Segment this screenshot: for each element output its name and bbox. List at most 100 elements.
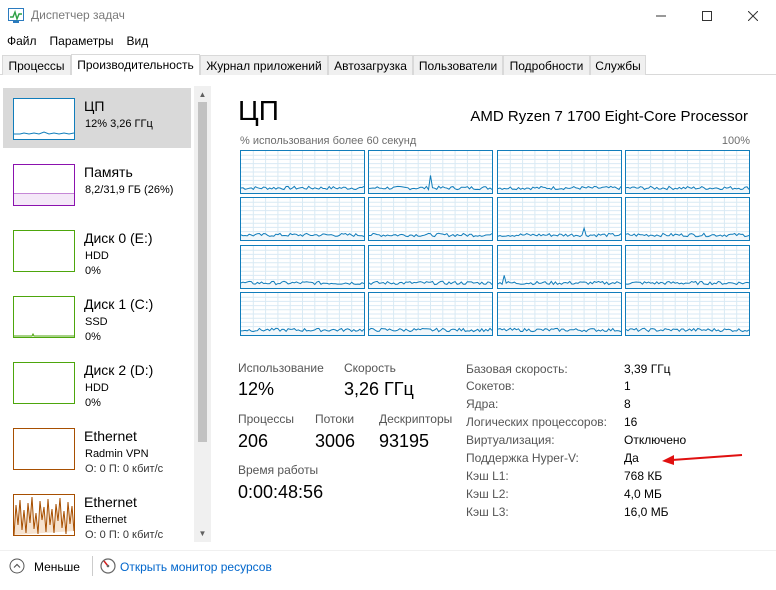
menu-view[interactable]: Вид	[119, 31, 154, 51]
processes-label: Процессы	[238, 412, 295, 426]
collapse-chevron-icon[interactable]	[9, 558, 25, 574]
cpu-core-graph	[240, 150, 365, 194]
tab-app-history[interactable]: Журнал приложений	[200, 55, 328, 75]
resource-detail: SSD	[85, 316, 108, 328]
cpu-core-graph	[368, 197, 494, 242]
cpu-heading: ЦП	[238, 95, 279, 126]
task-manager-icon	[8, 8, 24, 23]
l3-cache-label: Кэш L3:	[466, 505, 509, 519]
cpu-core-graph	[496, 197, 622, 242]
tab-details[interactable]: Подробности	[503, 55, 590, 75]
resource-title: Диск 1 (C:)	[84, 296, 154, 312]
scroll-thumb[interactable]	[198, 102, 207, 442]
resource-detail: 0%	[85, 397, 101, 409]
minimize-button[interactable]	[638, 0, 684, 31]
resource-title: ЦП	[84, 98, 105, 114]
threads-label: Потоки	[315, 412, 355, 426]
cpu-thumbnail	[13, 98, 75, 140]
disk0-thumbnail	[13, 230, 75, 272]
l1-cache-label: Кэш L1:	[466, 469, 509, 483]
resource-item-cpu[interactable]: ЦП 12% 3,26 ГГц	[3, 88, 191, 148]
cores-value: 8	[624, 397, 631, 411]
footer-divider	[92, 556, 93, 576]
resource-item-disk1[interactable]: Диск 1 (C:) SSD 0%	[3, 286, 191, 346]
open-resource-monitor-link[interactable]: Открыть монитор ресурсов	[120, 560, 272, 574]
resource-list-scrollbar[interactable]: ▲ ▼	[194, 86, 211, 542]
scroll-down-icon[interactable]: ▼	[198, 529, 207, 538]
cpu-core-graph	[368, 291, 494, 336]
close-button[interactable]	[730, 0, 776, 31]
cpu-core-graph	[240, 244, 365, 289]
logical-processors-label: Логических процессоров:	[466, 415, 607, 429]
speed-value: 3,26 ГГц	[344, 379, 414, 399]
processes-value: 206	[238, 431, 269, 451]
resource-item-disk0[interactable]: Диск 0 (E:) HDD 0%	[3, 220, 191, 280]
graph-label: % использования более 60 секунд	[240, 135, 417, 147]
tab-users[interactable]: Пользователи	[413, 55, 503, 75]
base-speed-label: Базовая скорость:	[466, 362, 568, 376]
virtualization-label: Виртуализация:	[466, 433, 555, 447]
title-bar[interactable]: Диспетчер задач	[0, 0, 776, 31]
window-title: Диспетчер задач	[31, 8, 125, 22]
tab-strip: Процессы Производительность Журнал прило…	[0, 54, 776, 75]
ethernet-thumbnail	[13, 494, 75, 536]
tab-performance[interactable]: Производительность	[71, 54, 200, 75]
resource-item-disk2[interactable]: Диск 2 (D:) HDD 0%	[3, 352, 191, 412]
menu-options[interactable]: Параметры	[43, 31, 120, 51]
cores-label: Ядра:	[466, 397, 499, 411]
cpu-model: AMD Ryzen 7 1700 Eight-Core Processor	[470, 108, 748, 125]
resource-title: Диск 2 (D:)	[84, 362, 154, 378]
cpu-core-graphs	[240, 150, 750, 338]
usage-label: Использование	[238, 361, 324, 375]
resource-monitor-icon	[100, 558, 116, 574]
tab-startup[interactable]: Автозагрузка	[328, 55, 413, 75]
annotation-arrow-icon	[662, 454, 743, 465]
resource-detail: Radmin VPN	[85, 448, 149, 460]
maximize-button[interactable]	[684, 0, 730, 31]
resource-detail: 12% 3,26 ГГц	[85, 118, 153, 130]
cpu-core-graph	[624, 291, 750, 336]
graph-max: 100%	[721, 135, 750, 147]
handles-value: 93195	[379, 431, 430, 451]
speed-label: Скорость	[344, 361, 396, 375]
resource-item-ethernet[interactable]: Ethernet Ethernet О: 0 П: 0 кбит/с	[3, 484, 191, 542]
resource-detail: О: 0 П: 0 кбит/с	[85, 529, 164, 541]
logical-processors-value: 16	[624, 415, 638, 429]
uptime-label: Время работы	[238, 463, 319, 477]
resource-title: Диск 0 (E:)	[84, 230, 153, 246]
l2-cache-value: 4,0 МБ	[624, 487, 662, 501]
cpu-core-graph	[496, 291, 622, 336]
ethernet-radmin-thumbnail	[13, 428, 75, 470]
resource-detail: 0%	[85, 331, 101, 343]
uptime-value: 0:00:48:56	[238, 482, 324, 502]
cpu-core-graph	[496, 150, 622, 194]
threads-value: 3006	[315, 431, 356, 451]
resource-detail: HDD	[85, 250, 109, 262]
resource-detail: HDD	[85, 382, 109, 394]
cpu-core-graph	[368, 244, 494, 289]
memory-thumbnail	[13, 164, 75, 206]
disk2-thumbnail	[13, 362, 75, 404]
resource-item-memory[interactable]: Память 8,2/31,9 ГБ (26%)	[3, 154, 191, 214]
hyper-v-value: Да	[624, 451, 639, 465]
scroll-up-icon[interactable]: ▲	[198, 90, 207, 99]
disk1-thumbnail	[13, 296, 75, 338]
cpu-core-graph	[240, 197, 365, 242]
resource-title: Память	[84, 164, 133, 180]
fewer-details-button[interactable]: Меньше	[34, 560, 80, 574]
resource-item-ethernet-radmin[interactable]: Ethernet Radmin VPN О: 0 П: 0 кбит/с	[3, 418, 191, 478]
resource-detail: 0%	[85, 265, 101, 277]
tab-services[interactable]: Службы	[590, 55, 646, 75]
usage-value: 12%	[238, 379, 275, 399]
handles-label: Дескрипторы	[379, 412, 453, 426]
tab-processes[interactable]: Процессы	[2, 55, 71, 75]
cpu-core-graph	[624, 150, 750, 194]
resource-detail: О: 0 П: 0 кбит/с	[85, 463, 164, 475]
sockets-value: 1	[624, 379, 631, 393]
l3-cache-value: 16,0 МБ	[624, 505, 669, 519]
l2-cache-label: Кэш L2:	[466, 487, 509, 501]
menu-file[interactable]: Файл	[0, 31, 43, 51]
footer-bar: Меньше Открыть монитор ресурсов	[0, 550, 776, 590]
resource-detail: 8,2/31,9 ГБ (26%)	[85, 184, 174, 196]
resource-title: Ethernet	[84, 428, 137, 444]
